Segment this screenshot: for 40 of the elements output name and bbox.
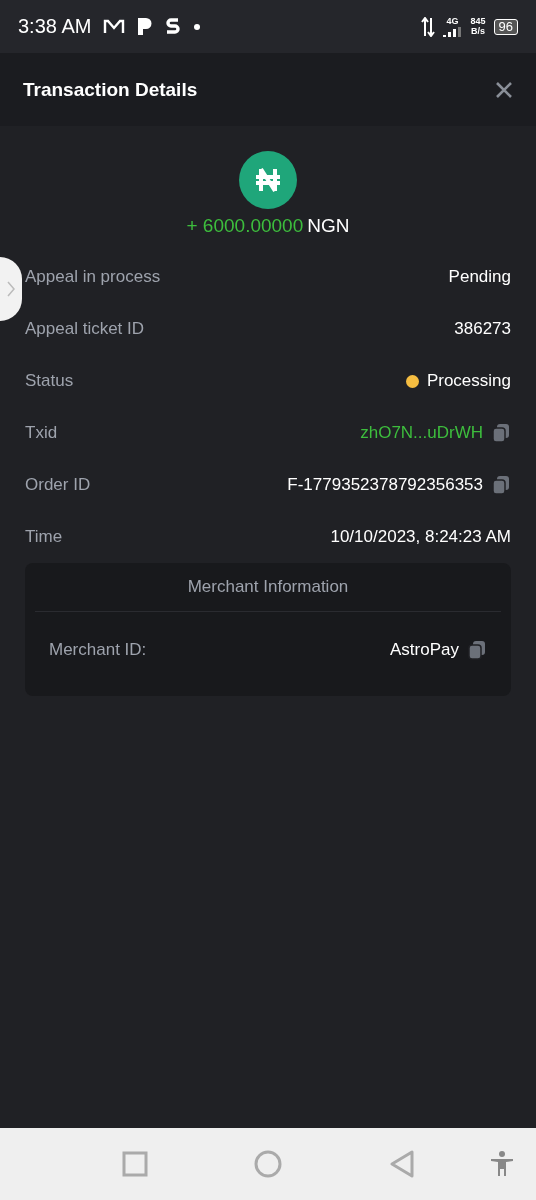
speed-unit: B/s [471,27,485,36]
signal-icon [442,26,463,37]
row-label: Txid [25,423,58,443]
letter-s-icon [165,17,182,36]
row-value: 386273 [454,319,511,339]
row-label: Status [25,371,74,391]
speed-value: 845 [470,17,486,26]
side-tab[interactable] [0,257,22,321]
recents-button[interactable] [122,1151,148,1177]
row-value: AstroPay [390,640,459,660]
row-value: Processing [426,371,511,391]
copy-button[interactable] [491,423,511,443]
row-value: Pending [448,267,511,287]
accessibility-button[interactable] [490,1151,514,1177]
naira-coin-icon [239,151,297,209]
card-title: Merchant Information [35,563,501,612]
clock-time: 3:38 AM [18,15,92,38]
battery-level: 96 [493,18,518,35]
copy-button[interactable] [491,475,511,495]
row-value: 10/10/2023, 8:24:23 AM [330,527,511,547]
row-label: Order ID [25,475,91,495]
back-button[interactable] [390,1150,414,1178]
row-label: Time [25,527,63,547]
mail-icon [103,18,126,35]
row-label: Appeal ticket ID [25,319,145,339]
data-arrows-icon [420,16,435,37]
amount-value: + 6000.00000 [186,215,304,237]
copy-button[interactable] [467,640,487,660]
row-label: Merchant ID: [49,640,147,660]
row-label: Appeal in process [25,267,161,287]
home-button[interactable] [254,1150,282,1178]
txid-link[interactable]: zhO7N...uDrWH [360,423,483,443]
letter-p-icon [137,17,154,36]
row-value: F-1779352378792356353 [287,475,483,495]
page-title: Transaction Details [23,78,198,101]
network-type: 4G [446,16,459,26]
dot-icon [193,22,202,31]
chevron-icon [6,281,16,297]
currency-code: NGN [307,215,350,237]
close-button[interactable] [495,80,513,99]
